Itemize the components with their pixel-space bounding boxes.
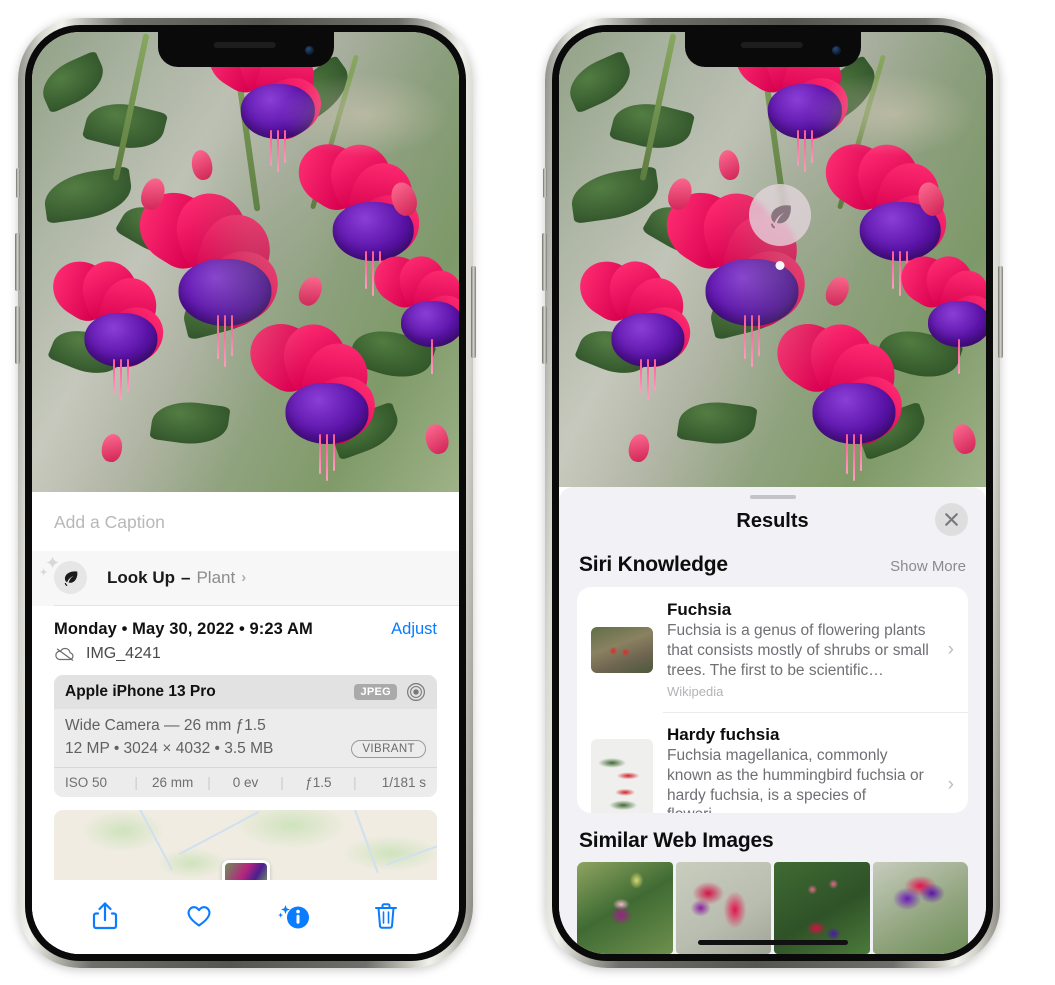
filename-row: IMG_4241 xyxy=(32,643,459,675)
delete-button[interactable] xyxy=(372,901,400,931)
camera-model: Apple iPhone 13 Pro xyxy=(65,683,216,700)
knowledge-text: Fuchsia Fuchsia is a genus of flowering … xyxy=(667,600,930,699)
knowledge-description: Fuchsia magellanica, commonly known as t… xyxy=(667,747,924,813)
resolution-info: 12 MP • 3024 × 4032 • 3.5 MB xyxy=(65,740,274,757)
chevron-right-icon: › xyxy=(947,773,954,795)
photo-viewer-right[interactable] xyxy=(559,32,986,487)
mute-switch[interactable] xyxy=(543,168,547,198)
format-badge: JPEG xyxy=(354,684,397,700)
siri-knowledge-header: Siri Knowledge Show More xyxy=(559,547,986,587)
power-button[interactable] xyxy=(998,266,1003,358)
exif-exposure: 0 ev xyxy=(232,775,259,790)
volume-down-button[interactable] xyxy=(15,306,20,364)
similar-web-images-header: Similar Web Images xyxy=(559,813,986,862)
look-up-label-group: Look Up – Plant › xyxy=(107,568,246,588)
exif-iso: ISO 50 xyxy=(65,775,108,790)
leaf-icon: ✦ ✦ xyxy=(39,554,87,594)
power-button[interactable] xyxy=(471,266,476,358)
device-bezel-left: Add a Caption ✦ ✦ Look Up – Plant › Mond… xyxy=(25,25,466,961)
volume-up-button[interactable] xyxy=(542,233,547,291)
photo-date: Monday • May 30, 2022 • 9:23 AM xyxy=(54,620,313,638)
chevron-right-icon: › xyxy=(947,638,954,660)
volume-down-button[interactable] xyxy=(542,306,547,364)
look-up-row[interactable]: ✦ ✦ Look Up – Plant › xyxy=(32,551,459,606)
photo-content xyxy=(559,32,986,487)
knowledge-card[interactable]: Hardy fuchsia Fuchsia magellanica, commo… xyxy=(577,712,968,813)
exif-header: Apple iPhone 13 Pro JPEG xyxy=(54,675,437,709)
screenshot-stage: Add a Caption ✦ ✦ Look Up – Plant › Mond… xyxy=(0,0,1055,985)
show-more-button[interactable]: Show More xyxy=(890,558,966,575)
sheet-title: Results xyxy=(736,510,809,533)
screen-left: Add a Caption ✦ ✦ Look Up – Plant › Mond… xyxy=(32,32,459,954)
exif-shutter: 1/181 s xyxy=(381,775,427,790)
photo-info-panel: Add a Caption ✦ ✦ Look Up – Plant › Mond… xyxy=(32,492,459,954)
knowledge-description: Fuchsia is a genus of flowering plants t… xyxy=(667,622,929,679)
favorite-button[interactable] xyxy=(185,901,213,931)
location-map[interactable] xyxy=(54,810,437,880)
exif-body: Wide Camera — 26 mm ƒ1.5 12 MP • 3024 × … xyxy=(54,709,437,767)
exif-focal: 26 mm xyxy=(151,775,194,790)
device-bezel-right: Results Siri Knowledge Show More Fuchsia… xyxy=(552,25,993,961)
visual-lookup-badge[interactable] xyxy=(749,184,811,270)
screen-right: Results Siri Knowledge Show More Fuchsia… xyxy=(559,32,986,954)
sparkle-icon-small: ✦ xyxy=(39,567,49,579)
look-up-category: Plant xyxy=(196,567,236,587)
aperture-icon[interactable] xyxy=(406,682,426,702)
adjust-button[interactable]: Adjust xyxy=(391,620,437,639)
map-photo-pin xyxy=(221,860,270,880)
front-camera-icon xyxy=(304,46,314,55)
exif-stats: ISO 50 | 26 mm | 0 ev | ƒ1.5 | 1/181 s xyxy=(54,767,437,797)
notch-left xyxy=(157,32,334,67)
photo-toolbar xyxy=(32,880,459,952)
date-row: Monday • May 30, 2022 • 9:23 AM Adjust xyxy=(32,606,459,643)
photo-filename: IMG_4241 xyxy=(86,645,161,662)
front-camera-icon xyxy=(831,46,841,55)
siri-knowledge-cards: Fuchsia Fuchsia is a genus of flowering … xyxy=(577,587,968,813)
home-indicator[interactable] xyxy=(697,940,848,945)
photo-viewer-left[interactable] xyxy=(32,32,459,492)
knowledge-card[interactable]: Fuchsia Fuchsia is a genus of flowering … xyxy=(577,587,968,712)
close-button[interactable] xyxy=(935,503,968,537)
chevron-right-icon: › xyxy=(241,569,247,586)
notch-right xyxy=(684,32,861,67)
exif-card: Apple iPhone 13 Pro JPEG Wide Camera — 2… xyxy=(54,675,437,797)
lens-info: Wide Camera — 26 mm ƒ1.5 xyxy=(65,717,266,734)
leaf-icon xyxy=(771,205,791,229)
info-button[interactable] xyxy=(278,901,310,931)
photographic-style-badge: VIBRANT xyxy=(351,740,426,758)
results-sheet: Results Siri Knowledge Show More Fuchsia… xyxy=(559,487,986,954)
look-up-dash: – xyxy=(181,567,191,587)
photo-content xyxy=(32,32,459,492)
lookup-anchor-dot xyxy=(775,261,785,270)
mute-switch[interactable] xyxy=(16,168,20,198)
earpiece-speaker-icon xyxy=(213,42,276,48)
knowledge-title: Fuchsia xyxy=(667,600,732,620)
knowledge-thumbnail xyxy=(591,738,653,813)
earpiece-speaker-icon xyxy=(740,42,803,48)
web-image-thumbnail[interactable] xyxy=(577,862,673,954)
knowledge-title: Hardy fuchsia xyxy=(667,725,780,745)
volume-up-button[interactable] xyxy=(15,233,20,291)
iphone-device-right: Results Siri Knowledge Show More Fuchsia… xyxy=(542,18,1003,968)
siri-knowledge-title: Siri Knowledge xyxy=(579,553,728,577)
look-up-label: Look Up xyxy=(107,567,175,587)
exif-aperture: ƒ1.5 xyxy=(305,775,332,790)
similar-web-images-title: Similar Web Images xyxy=(579,829,774,852)
sheet-header: Results xyxy=(559,499,986,547)
iphone-device-left: Add a Caption ✦ ✦ Look Up – Plant › Mond… xyxy=(15,18,476,968)
web-image-thumbnail[interactable] xyxy=(872,862,968,954)
knowledge-source: Wikipedia xyxy=(667,684,724,700)
knowledge-text: Hardy fuchsia Fuchsia magellanica, commo… xyxy=(667,725,930,813)
cloud-slash-icon xyxy=(55,647,74,661)
close-icon xyxy=(945,513,958,527)
knowledge-thumbnail xyxy=(591,626,653,673)
caption-input[interactable]: Add a Caption xyxy=(32,492,459,551)
share-button[interactable] xyxy=(91,901,119,931)
